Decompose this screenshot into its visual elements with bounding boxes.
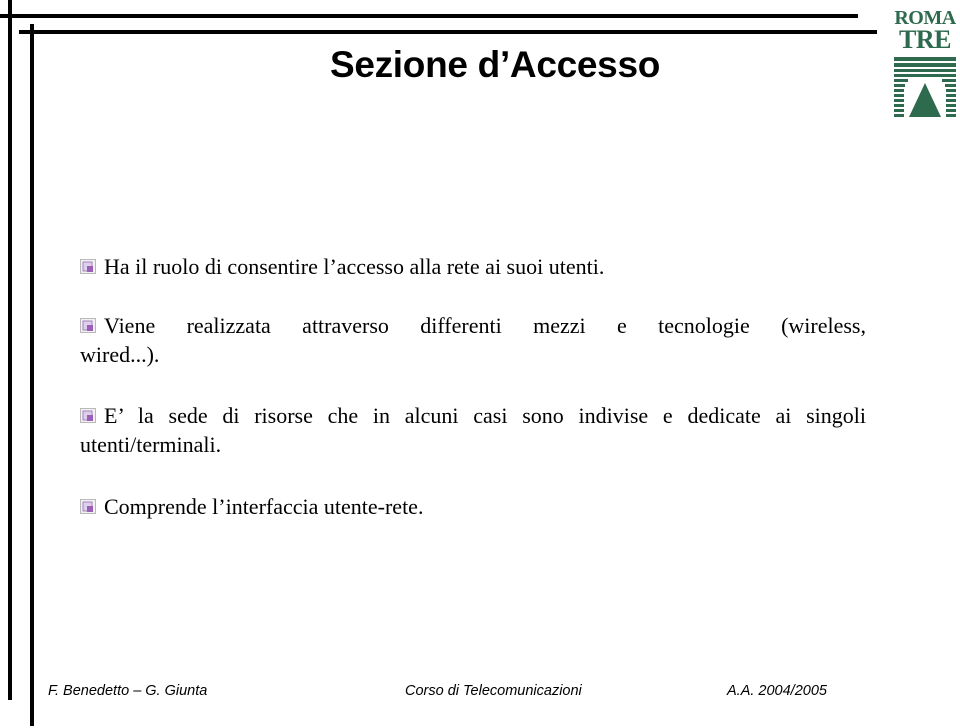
footer-authors: F. Benedetto – G. Giunta [48,683,208,699]
slide-bullet-icon [80,253,97,274]
bullet-text-line-2: utenti/terminali. [80,432,222,457]
slide-bullet-icon [80,402,97,423]
slide-bullet-icon [80,493,97,514]
bullet-item: Ha il ruolo di consentire l’accesso alla… [80,252,866,281]
bullet-text: Comprende l’interfaccia utente-rete. [104,494,424,519]
bullet-item: Comprende l’interfaccia utente-rete. [80,492,866,521]
bullet-text: Ha il ruolo di consentire l’accesso alla… [104,254,605,279]
frame-rule-left-inner [30,24,34,726]
bullet-text-line-2: wired...). [80,342,160,367]
frame-rule-top-inner [19,30,877,34]
slide-footer: F. Benedetto – G. Giunta Corso di Teleco… [0,683,960,703]
bullet-item: E’ la sede di risorse che in alcuni casi… [80,401,866,459]
slide-bullet-icon [80,312,97,333]
frame-rule-top-outer [0,14,858,18]
footer-academic-year: A.A. 2004/2005 [727,683,827,699]
frame-rule-left-outer [8,0,12,700]
bullet-text-line-1: Viene realizzata attraverso differenti m… [104,313,866,338]
bullet-text-line-1: E’ la sede di risorse che in alcuni casi… [104,403,866,428]
footer-course: Corso di Telecomunicazioni [405,683,582,699]
slide-title: Sezione d’Accesso [329,44,661,85]
bullet-item: Viene realizzata attraverso differenti m… [80,311,866,369]
